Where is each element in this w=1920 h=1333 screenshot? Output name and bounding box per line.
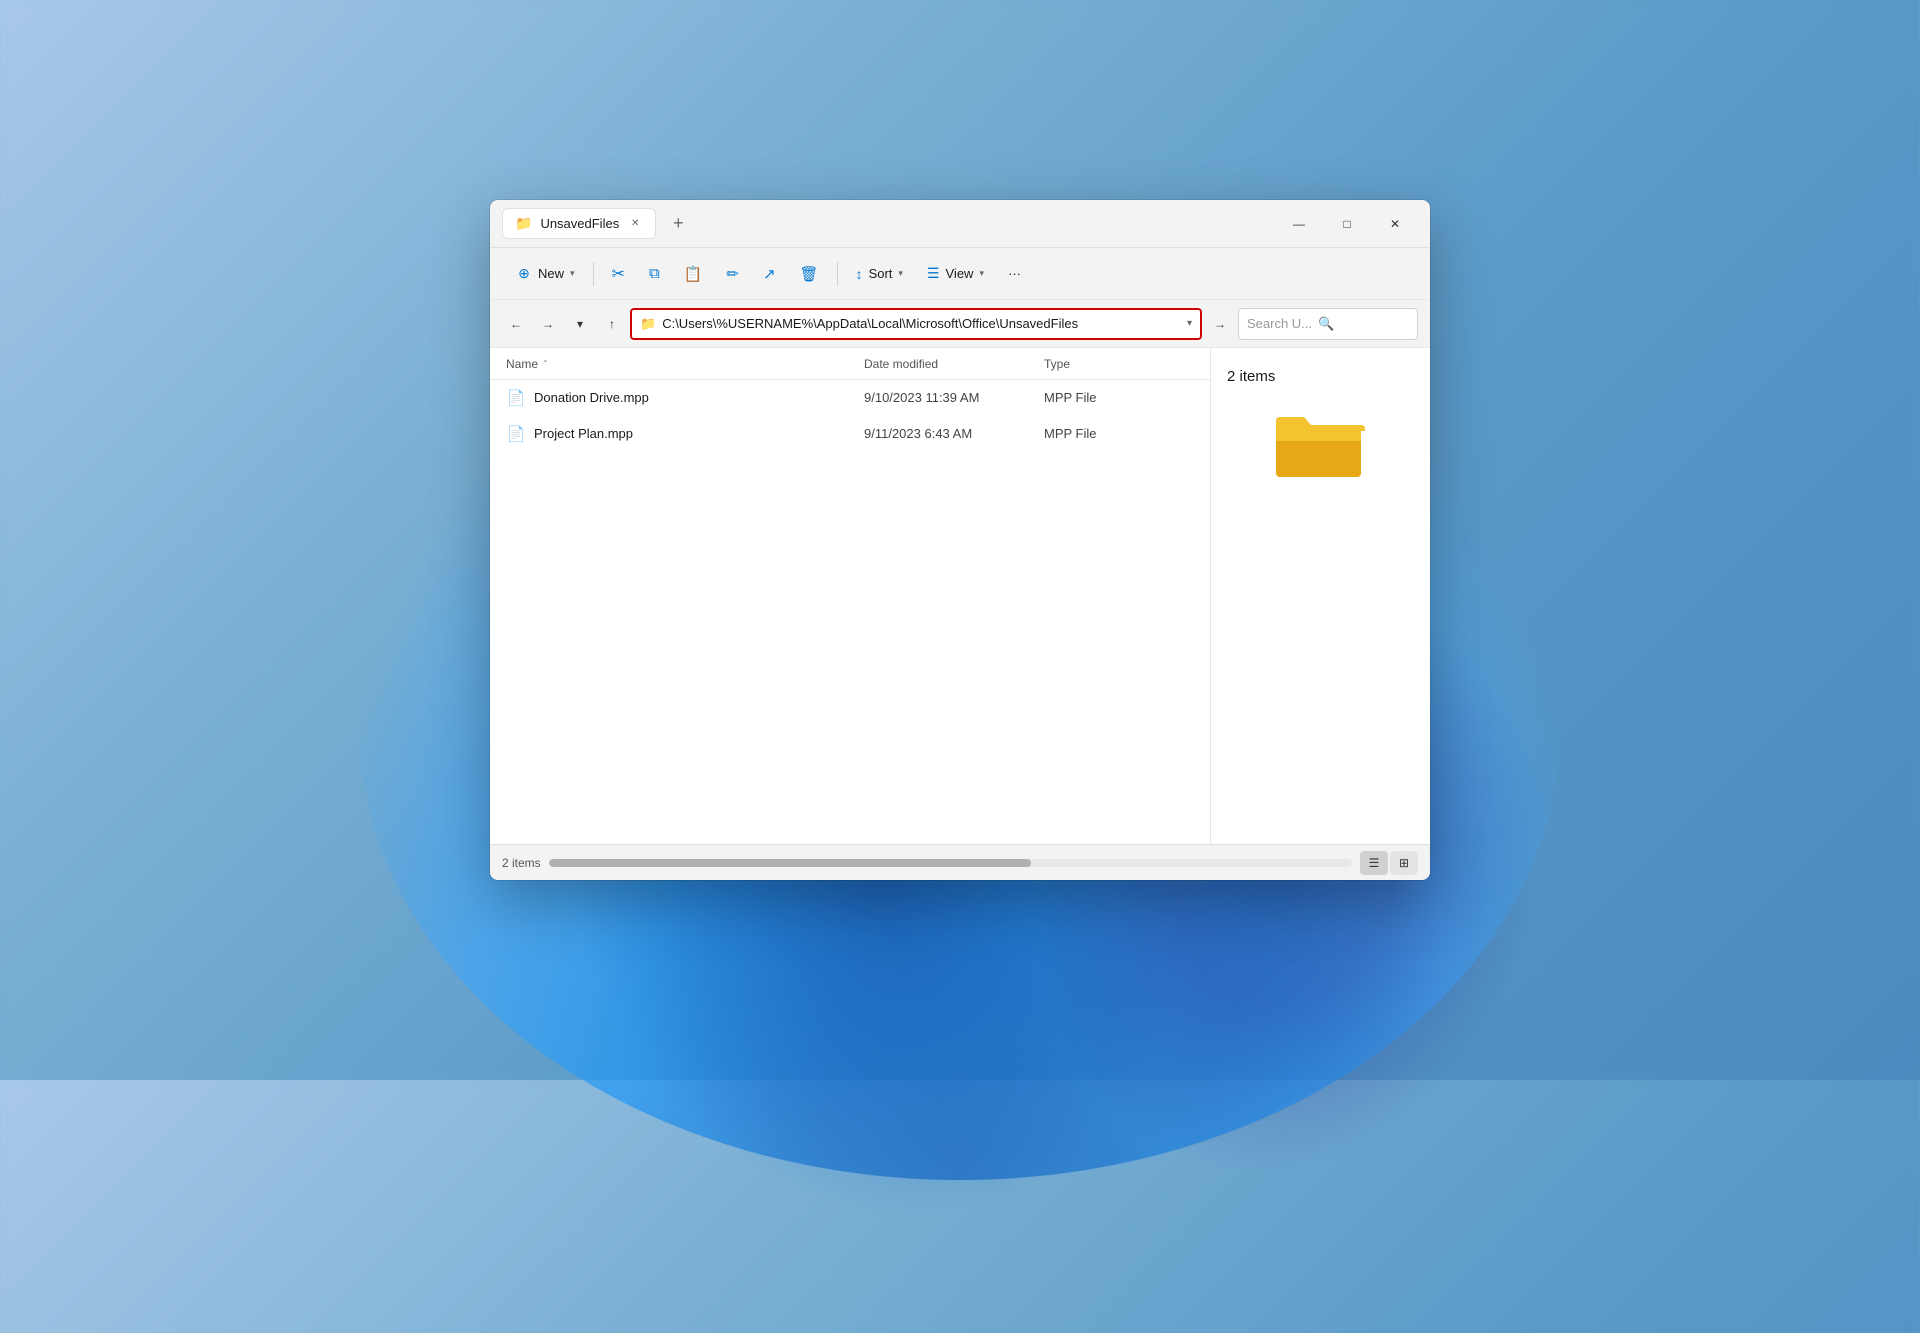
nav-bar: ← → ▾ ↑ 📁 C:\Users\%USERNAME%\AppData\Lo… [490, 300, 1430, 348]
bottom-bar: 2 items ☰ ⊞ [490, 844, 1430, 880]
share-icon: ↗ [763, 265, 776, 283]
list-view-button[interactable]: ☰ [1360, 851, 1388, 875]
tab-folder-icon: 📁 [515, 215, 532, 232]
minimize-button[interactable]: — [1276, 208, 1322, 240]
cut-button[interactable]: ✂ [602, 258, 635, 290]
content-area: Name ⌃ Date modified Type 📄 Donation Dri… [490, 348, 1430, 844]
date-column-header[interactable]: Date modified [864, 357, 1044, 371]
date-header-label: Date modified [864, 357, 938, 371]
sort-label: Sort [869, 266, 893, 281]
file-icon-2: 📄 [506, 424, 526, 444]
more-button[interactable]: ··· [998, 260, 1031, 287]
list-item[interactable]: 📄 Donation Drive.mpp 9/10/2023 11:39 AM … [490, 380, 1210, 416]
up-button[interactable]: ↑ [598, 310, 626, 338]
maximize-icon: □ [1343, 217, 1350, 231]
address-folder-icon: 📁 [640, 316, 656, 332]
file-name-2: Project Plan.mpp [534, 426, 864, 441]
delete-button[interactable]: 🗑 [790, 259, 829, 289]
name-column-header[interactable]: Name ⌃ [506, 357, 864, 371]
file-icon-1: 📄 [506, 388, 526, 408]
share-button[interactable]: ↗ [753, 259, 786, 289]
file-date-1: 9/10/2023 11:39 AM [864, 390, 1044, 405]
go-icon: → [1214, 317, 1226, 331]
toolbar: ⊕ New ▾ ✂ ⧉ 📋 ✏ ↗ 🗑 ↕ Sort ▾ ☰ [490, 248, 1430, 300]
tab-close-button[interactable]: ✕ [627, 216, 643, 232]
list-item[interactable]: 📄 Project Plan.mpp 9/11/2023 6:43 AM MPP… [490, 416, 1210, 452]
view-icon: ☰ [927, 265, 940, 282]
address-bar[interactable]: 📁 C:\Users\%USERNAME%\AppData\Local\Micr… [630, 308, 1202, 340]
status-text: 2 items [502, 856, 541, 870]
back-icon: ← [510, 317, 522, 331]
view-dropdown-icon: ▾ [979, 268, 984, 279]
search-placeholder-text: Search U... [1247, 316, 1312, 331]
list-view-icon: ☰ [1369, 856, 1380, 870]
view-buttons: ☰ ⊞ [1360, 851, 1418, 875]
window-tab[interactable]: 📁 UnsavedFiles ✕ [502, 208, 656, 239]
forward-icon: → [542, 317, 554, 331]
up-icon: ↑ [609, 317, 615, 331]
file-list: Name ⌃ Date modified Type 📄 Donation Dri… [490, 348, 1210, 844]
cut-icon: ✂ [612, 264, 625, 284]
nav-dropdown-icon: ▾ [577, 317, 583, 331]
type-header-label: Type [1044, 357, 1070, 371]
minimize-icon: — [1293, 217, 1305, 231]
grid-view-button[interactable]: ⊞ [1390, 851, 1418, 875]
copy-button[interactable]: ⧉ [639, 259, 670, 288]
preview-panel: 2 items [1210, 348, 1430, 844]
new-label: New [538, 266, 564, 281]
rename-icon: ✏ [726, 265, 739, 283]
paste-button[interactable]: 📋 [674, 259, 713, 289]
title-bar: 📁 UnsavedFiles ✕ + — □ ✕ [490, 200, 1430, 248]
paste-icon: 📋 [684, 265, 703, 283]
new-icon: ⊕ [516, 266, 532, 282]
more-icon: ··· [1008, 266, 1021, 281]
close-button[interactable]: ✕ [1372, 208, 1418, 240]
window-controls: — □ ✕ [1276, 208, 1418, 240]
sort-icon: ↕ [856, 266, 863, 282]
delete-icon: 🗑 [800, 265, 819, 283]
maximize-button[interactable]: □ [1324, 208, 1370, 240]
title-bar-left: 📁 UnsavedFiles ✕ + [502, 208, 1276, 239]
nav-dropdown-button[interactable]: ▾ [566, 310, 594, 338]
preview-count: 2 items [1227, 368, 1275, 385]
grid-view-icon: ⊞ [1399, 856, 1409, 870]
explorer-window: 📁 UnsavedFiles ✕ + — □ ✕ ⊕ [490, 200, 1430, 880]
toolbar-separator-2 [837, 262, 838, 286]
sort-dropdown-icon: ▾ [898, 268, 903, 279]
scrollbar-thumb [549, 859, 1031, 867]
toolbar-separator-1 [593, 262, 594, 286]
search-icon: 🔍 [1318, 316, 1334, 332]
forward-button[interactable]: → [534, 310, 562, 338]
view-button[interactable]: ☰ View ▾ [917, 259, 994, 288]
rename-button[interactable]: ✏ [716, 259, 749, 289]
file-list-header: Name ⌃ Date modified Type [490, 348, 1210, 380]
copy-icon: ⧉ [649, 265, 660, 282]
new-tab-button[interactable]: + [664, 210, 692, 238]
file-date-2: 9/11/2023 6:43 AM [864, 426, 1044, 441]
type-column-header[interactable]: Type [1044, 357, 1194, 371]
new-tab-icon: + [673, 213, 684, 234]
name-header-label: Name [506, 357, 538, 371]
search-bar[interactable]: Search U... 🔍 [1238, 308, 1418, 340]
file-type-1: MPP File [1044, 390, 1194, 405]
sort-arrow-icon: ⌃ [542, 359, 549, 368]
new-button[interactable]: ⊕ New ▾ [506, 260, 585, 288]
file-type-2: MPP File [1044, 426, 1194, 441]
sort-button[interactable]: ↕ Sort ▾ [846, 260, 913, 288]
file-name-1: Donation Drive.mpp [534, 390, 864, 405]
back-button[interactable]: ← [502, 310, 530, 338]
new-dropdown-icon: ▾ [570, 268, 575, 279]
preview-folder-image [1276, 409, 1366, 479]
address-text: C:\Users\%USERNAME%\AppData\Local\Micros… [662, 316, 1181, 331]
address-go-button[interactable]: → [1206, 310, 1234, 338]
view-label: View [946, 266, 974, 281]
tab-label: UnsavedFiles [540, 216, 619, 231]
close-icon: ✕ [1390, 217, 1400, 231]
tab-close-icon: ✕ [631, 218, 639, 229]
scrollbar[interactable] [549, 859, 1352, 867]
address-dropdown-icon[interactable]: ▾ [1187, 318, 1192, 329]
